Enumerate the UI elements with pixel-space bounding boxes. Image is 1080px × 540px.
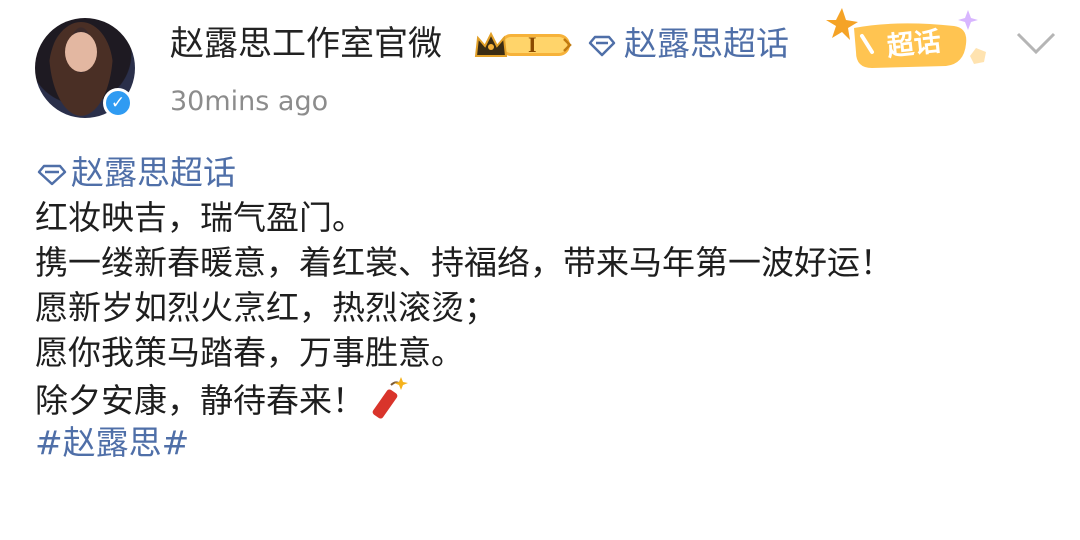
level-label: I: [528, 32, 537, 57]
firecracker-icon: [371, 375, 411, 430]
post-timestamp: 30mins ago: [170, 86, 329, 117]
post-line-2: 携一缕新春暖意，着红裳、持福络，带来马年第一波好运！: [35, 243, 893, 282]
post-line-4: 愿你我策马踏春，万事胜意。: [35, 333, 464, 372]
post-content: 赵露思超话 红妆映吉，瑞气盈门。 携一缕新春暖意，着红裳、持福络，带来马年第一波…: [35, 150, 1055, 465]
hashtag-link[interactable]: #赵露思#: [35, 420, 1055, 465]
post-line-5: 除夕安康，静待春来！: [35, 381, 365, 420]
chevron-down-icon[interactable]: [1014, 30, 1058, 56]
supertopic-label: 赵露思超话: [624, 24, 789, 63]
crown-icon: [474, 31, 572, 57]
verified-icon: ✓: [103, 88, 133, 118]
post-line-5-wrapper: 除夕安康，静待春来！: [35, 375, 1055, 420]
supertopic-link[interactable]: 赵露思超话: [586, 22, 789, 68]
post-line-1: 红妆映吉，瑞气盈门。: [35, 198, 365, 237]
gem-icon: [586, 24, 618, 68]
post-line-3: 愿新岁如烈火烹红，热烈滚烫；: [35, 288, 497, 327]
member-level-badge[interactable]: I: [474, 30, 576, 60]
user-name[interactable]: 赵露思工作室官微: [170, 22, 442, 66]
topic-tag-label: 赵露思超话: [71, 153, 236, 192]
topic-tag-link[interactable]: 赵露思超话: [35, 150, 1055, 195]
avatar-face: [65, 32, 97, 72]
gem-icon: [35, 152, 69, 197]
